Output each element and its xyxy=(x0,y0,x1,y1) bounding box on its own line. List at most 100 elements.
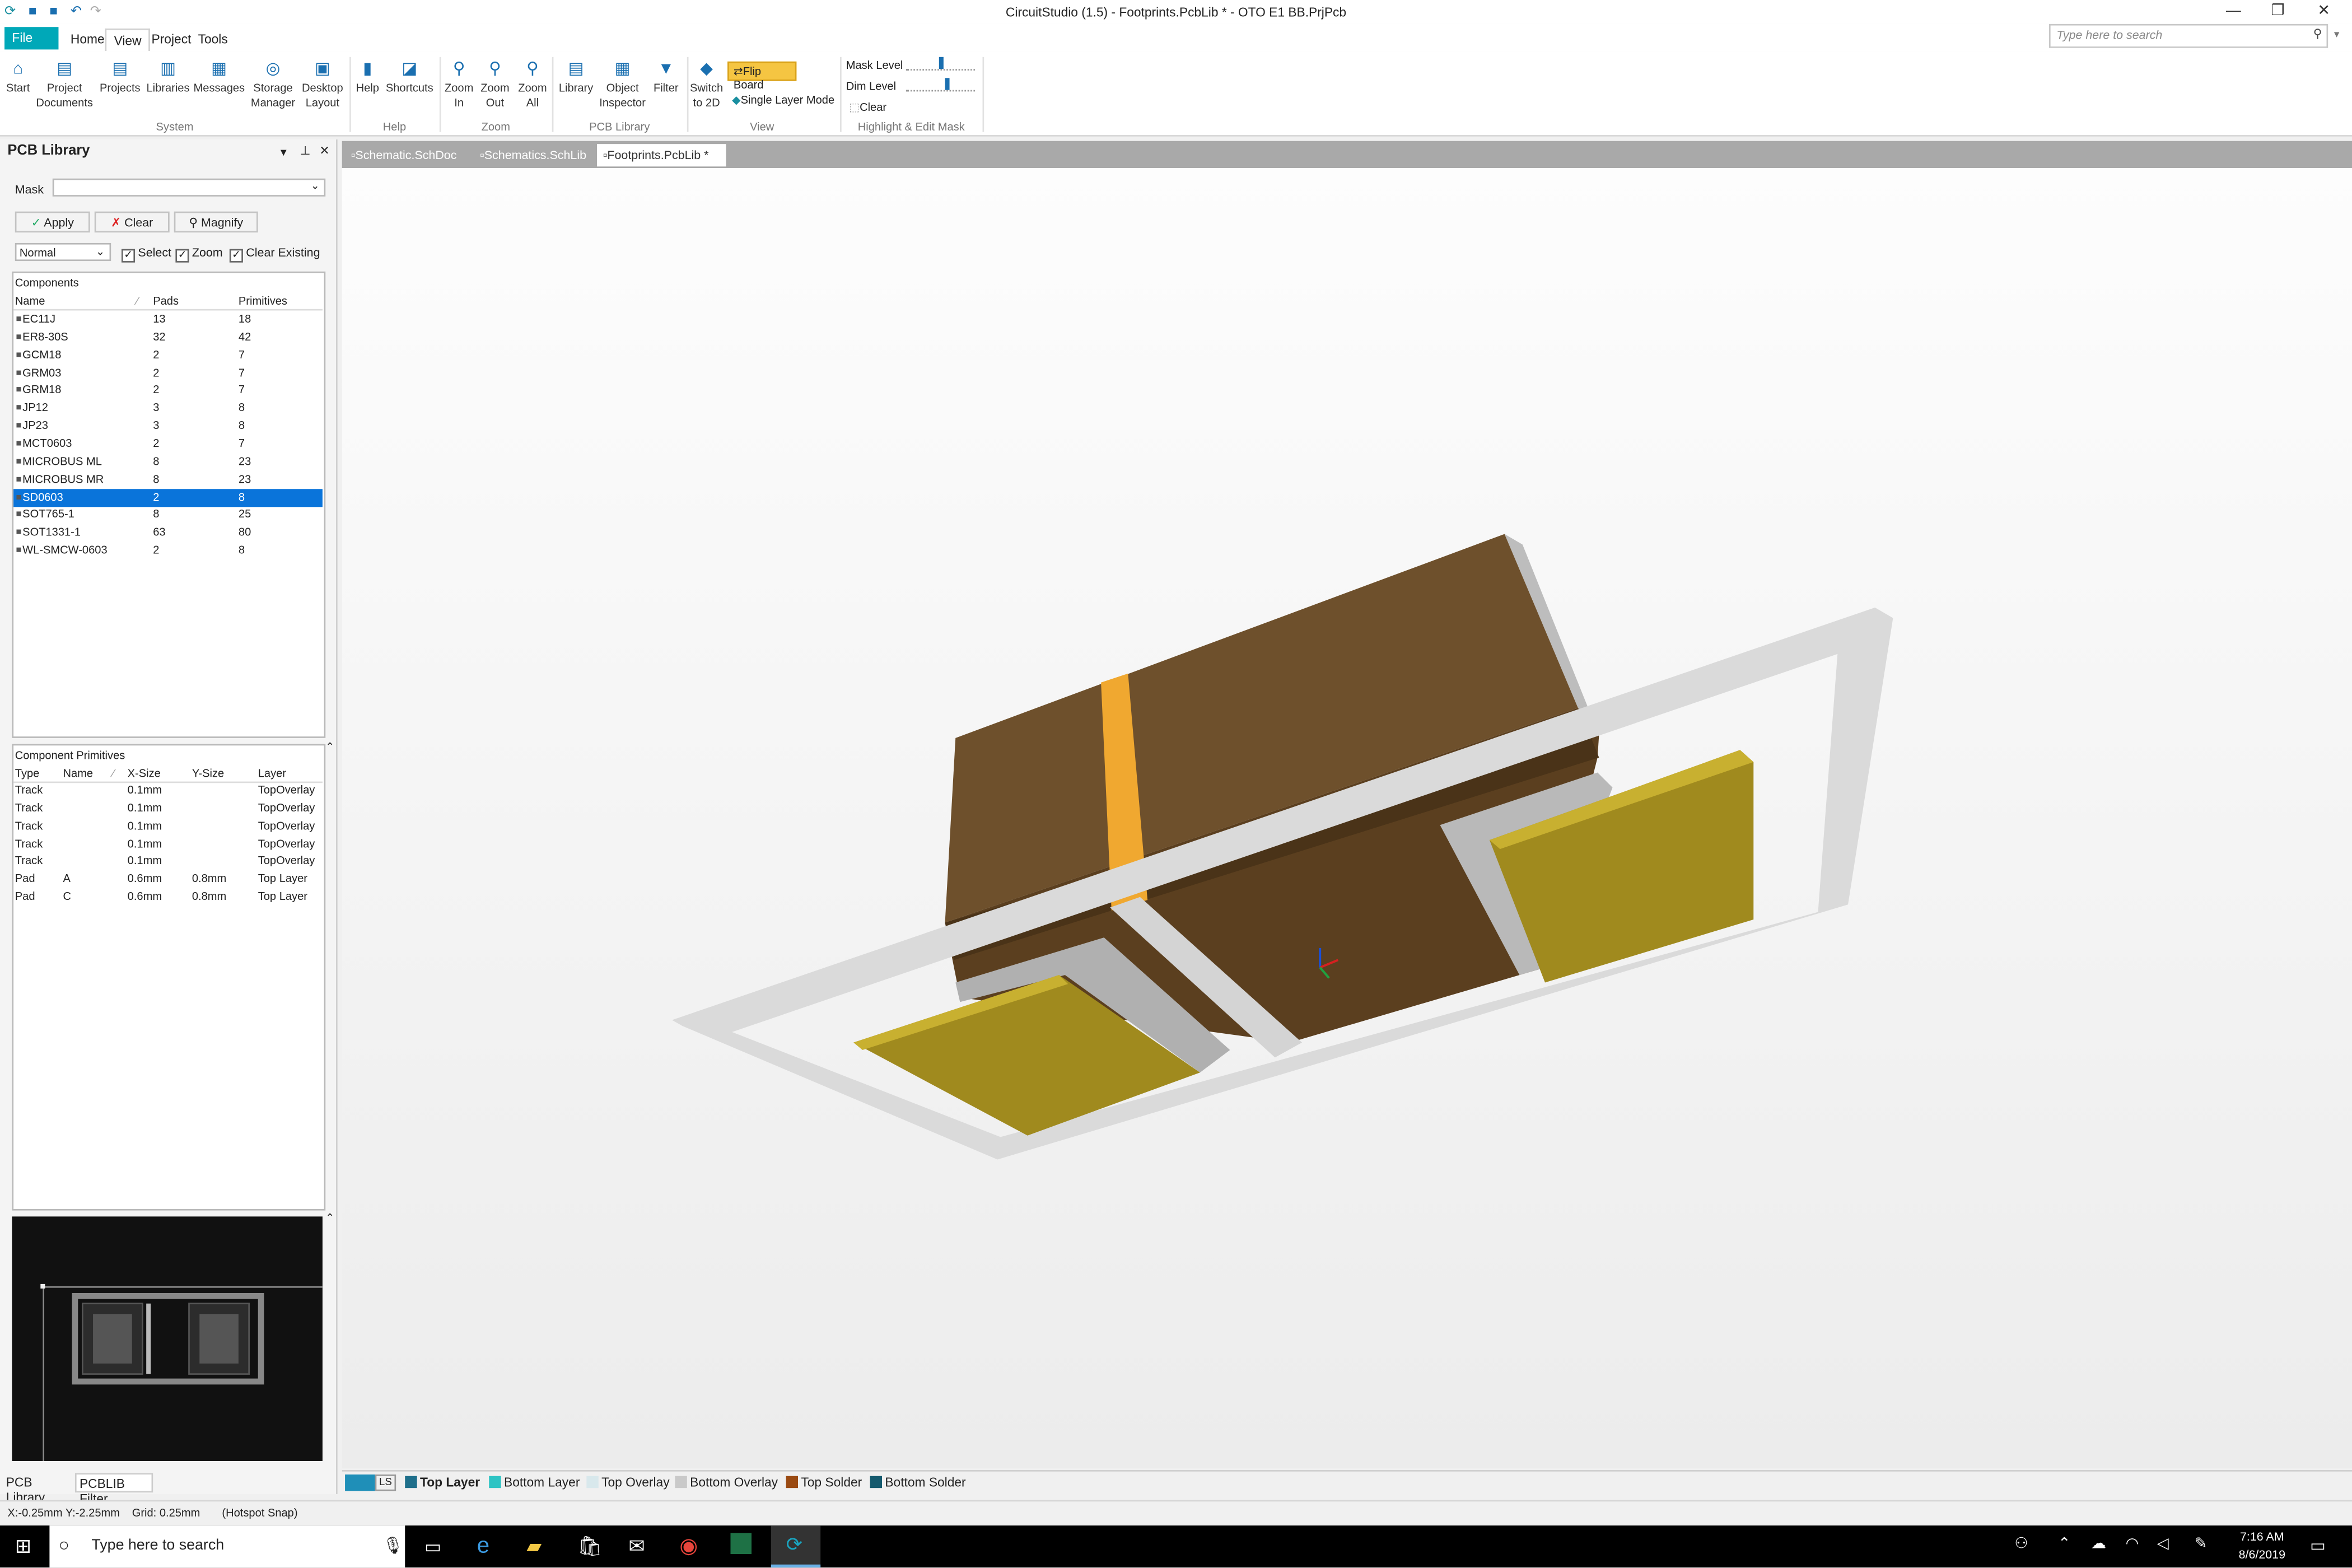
table-row[interactable]: SOT765-1 8 25 xyxy=(13,506,323,524)
layer-set-button[interactable]: LS xyxy=(375,1474,396,1491)
single-layer-mode-button[interactable]: ◆Single Layer Mode xyxy=(732,93,834,106)
col-primitives[interactable]: Primitives xyxy=(239,292,287,309)
clear-existing-checkbox[interactable]: ✓ Clear Existing xyxy=(229,246,320,263)
table-row[interactable]: Track 0.1mm TopOverlay xyxy=(13,835,323,853)
table-row[interactable]: GCM18 2 7 xyxy=(13,346,323,364)
layer-tab-top-solder[interactable]: Top Solder xyxy=(786,1474,862,1490)
object-inspector-button[interactable]: ▦ Object Inspector xyxy=(597,60,648,111)
table-row[interactable]: GRM18 2 7 xyxy=(13,381,323,399)
current-layer-color[interactable] xyxy=(345,1474,375,1491)
network-icon[interactable]: ◠ xyxy=(2126,1536,2139,1552)
pin-icon[interactable]: ⊥ xyxy=(300,144,311,157)
store-icon[interactable]: 🛍︎ xyxy=(577,1534,602,1558)
zoom-in-button[interactable]: ⚲ Zoom In xyxy=(444,60,474,111)
table-row[interactable]: SOT1331-1 63 80 xyxy=(13,524,323,542)
col-name[interactable]: Name xyxy=(15,292,45,309)
close-icon[interactable]: ✕ xyxy=(2317,3,2330,19)
libraries-button[interactable]: ▥ Libraries xyxy=(146,60,190,96)
filter-button[interactable]: ▼ Filter xyxy=(651,60,682,96)
table-row[interactable]: MICROBUS MR 8 23 xyxy=(13,470,323,488)
zoom-checkbox[interactable]: ✓ Zoom xyxy=(175,246,223,263)
search-input[interactable]: Type here to search ⚲ xyxy=(2048,24,2328,48)
file-explorer-icon[interactable]: ▰ xyxy=(526,1534,542,1558)
restore-icon[interactable]: ❐ xyxy=(2271,3,2284,19)
help-button[interactable]: ▮ Help xyxy=(354,60,381,96)
table-row[interactable]: Pad A 0.6mm 0.8mm Top Layer xyxy=(13,870,323,888)
mail-icon[interactable]: ✉ xyxy=(628,1534,645,1558)
clock-time[interactable]: 7:16 AM xyxy=(2235,1530,2289,1543)
table-row[interactable]: MICROBUS ML 8 23 xyxy=(13,452,323,470)
col-layer[interactable]: Layer xyxy=(258,765,286,781)
3d-viewport[interactable] xyxy=(342,168,2352,1469)
layer-tab-top-layer[interactable]: Top Layer xyxy=(405,1474,480,1490)
zoom-all-button[interactable]: ⚲ Zoom All xyxy=(516,60,549,111)
projects-button[interactable]: ▤ Projects xyxy=(97,60,142,96)
volume-icon[interactable]: ◁ xyxy=(2157,1536,2169,1552)
tab-schematic-schdoc[interactable]: ▫Schematic.SchDoc xyxy=(345,144,471,166)
task-view-icon[interactable]: ▭ xyxy=(424,1536,441,1557)
dim-level-slider[interactable] xyxy=(906,78,976,92)
table-row[interactable]: WL-SMCW-0603 2 8 xyxy=(13,542,323,559)
windows-start-icon[interactable]: ⊞ xyxy=(15,1534,31,1558)
col-prim-name[interactable]: Name xyxy=(63,765,94,781)
table-row[interactable]: Track 0.1mm TopOverlay xyxy=(13,817,323,835)
tab-footprints-pcblib[interactable]: ▫Footprints.PcbLib * xyxy=(597,144,726,167)
people-icon[interactable]: ⚇ xyxy=(2014,1536,2028,1552)
table-row[interactable]: GRM03 2 7 xyxy=(13,364,323,382)
onedrive-icon[interactable]: ☁ xyxy=(2091,1536,2106,1552)
panel-menu-icon[interactable]: ▾ xyxy=(281,146,287,159)
table-row[interactable]: Track 0.1mm TopOverlay xyxy=(13,852,323,870)
collapse-up-icon[interactable]: ⌃ xyxy=(325,1212,334,1224)
chevron-up-icon[interactable]: ⌃ xyxy=(2058,1536,2070,1552)
tab-schematics-schlib[interactable]: ▫Schematics.SchLib xyxy=(474,144,594,166)
desktop-layout-button[interactable]: ▣ Desktop Layout xyxy=(300,60,345,111)
footprint-preview[interactable] xyxy=(12,1216,323,1461)
ribbon-options-icon[interactable]: ▾ xyxy=(2334,29,2339,41)
table-row[interactable]: MCT0603 2 7 xyxy=(13,435,323,453)
clear-mask-button[interactable]: ⬚Clear xyxy=(849,100,886,114)
project-documents-button[interactable]: ▤ Project Documents xyxy=(35,60,95,111)
layer-tab-bottom-layer[interactable]: Bottom Layer xyxy=(489,1474,580,1490)
excel-icon[interactable] xyxy=(730,1533,752,1555)
taskbar-search[interactable]: ○ Type here to search 🎙︎ xyxy=(49,1525,405,1568)
notifications-icon[interactable]: ▭ xyxy=(2310,1536,2326,1556)
clock-date[interactable]: 8/6/2019 xyxy=(2232,1548,2292,1561)
flip-board-button[interactable]: ⇄Flip Board xyxy=(727,61,797,91)
mask-input[interactable]: ⌄ xyxy=(52,178,326,197)
tab-pcb-library[interactable]: PCB Library xyxy=(3,1473,75,1505)
layer-tab-top-overlay[interactable]: Top Overlay xyxy=(586,1474,670,1490)
table-row[interactable]: Track 0.1mm TopOverlay xyxy=(13,782,323,800)
mask-level-knob[interactable] xyxy=(939,57,944,69)
table-row[interactable]: SD0603 2 8 xyxy=(13,488,323,507)
messages-button[interactable]: ▦ Messages xyxy=(194,60,245,96)
tab-file[interactable]: File xyxy=(4,27,59,50)
mask-level-slider[interactable] xyxy=(906,57,976,71)
apply-button[interactable]: ✓ Apply xyxy=(15,211,90,233)
circuitstudio-taskbar-button[interactable]: ⟳ xyxy=(771,1525,821,1568)
tab-pcblib-filter[interactable]: PCBLIB Filter xyxy=(74,1473,153,1506)
table-row[interactable]: JP23 3 8 xyxy=(13,417,323,435)
table-row[interactable]: Pad C 0.6mm 0.8mm Top Layer xyxy=(13,888,323,906)
start-button[interactable]: ⌂ Start xyxy=(4,60,31,96)
layer-tab-bottom-overlay[interactable]: Bottom Overlay xyxy=(675,1474,778,1490)
storage-manager-button[interactable]: ◎ Storage Manager xyxy=(246,60,300,111)
col-pads[interactable]: Pads xyxy=(153,292,179,309)
clear-button[interactable]: ✗ Clear xyxy=(94,211,170,233)
select-checkbox[interactable]: ✓ Select xyxy=(121,246,171,263)
table-row[interactable]: Track 0.1mm TopOverlay xyxy=(13,799,323,817)
library-button[interactable]: ▤ Library xyxy=(557,60,596,96)
panel-close-icon[interactable]: ✕ xyxy=(320,144,330,157)
magnify-button[interactable]: ⚲ Magnify xyxy=(174,211,258,233)
col-type[interactable]: Type xyxy=(15,765,40,781)
dim-level-knob[interactable] xyxy=(945,78,950,90)
switch-to-2d-button[interactable]: ◆ Switch to 2D xyxy=(688,60,724,111)
shortcuts-button[interactable]: ◪ Shortcuts xyxy=(384,60,435,96)
zoom-out-button[interactable]: ⚲ Zoom Out xyxy=(480,60,510,111)
table-row[interactable]: ER8-30S 32 42 xyxy=(13,328,323,346)
table-row[interactable]: EC11J 13 18 xyxy=(13,310,323,328)
col-x-size[interactable]: X-Size xyxy=(128,765,161,781)
collapse-up-icon[interactable]: ⌃ xyxy=(325,741,334,753)
layer-tab-bottom-solder[interactable]: Bottom Solder xyxy=(870,1474,966,1490)
chrome-icon[interactable]: ◉ xyxy=(679,1533,698,1559)
col-y-size[interactable]: Y-Size xyxy=(192,765,224,781)
